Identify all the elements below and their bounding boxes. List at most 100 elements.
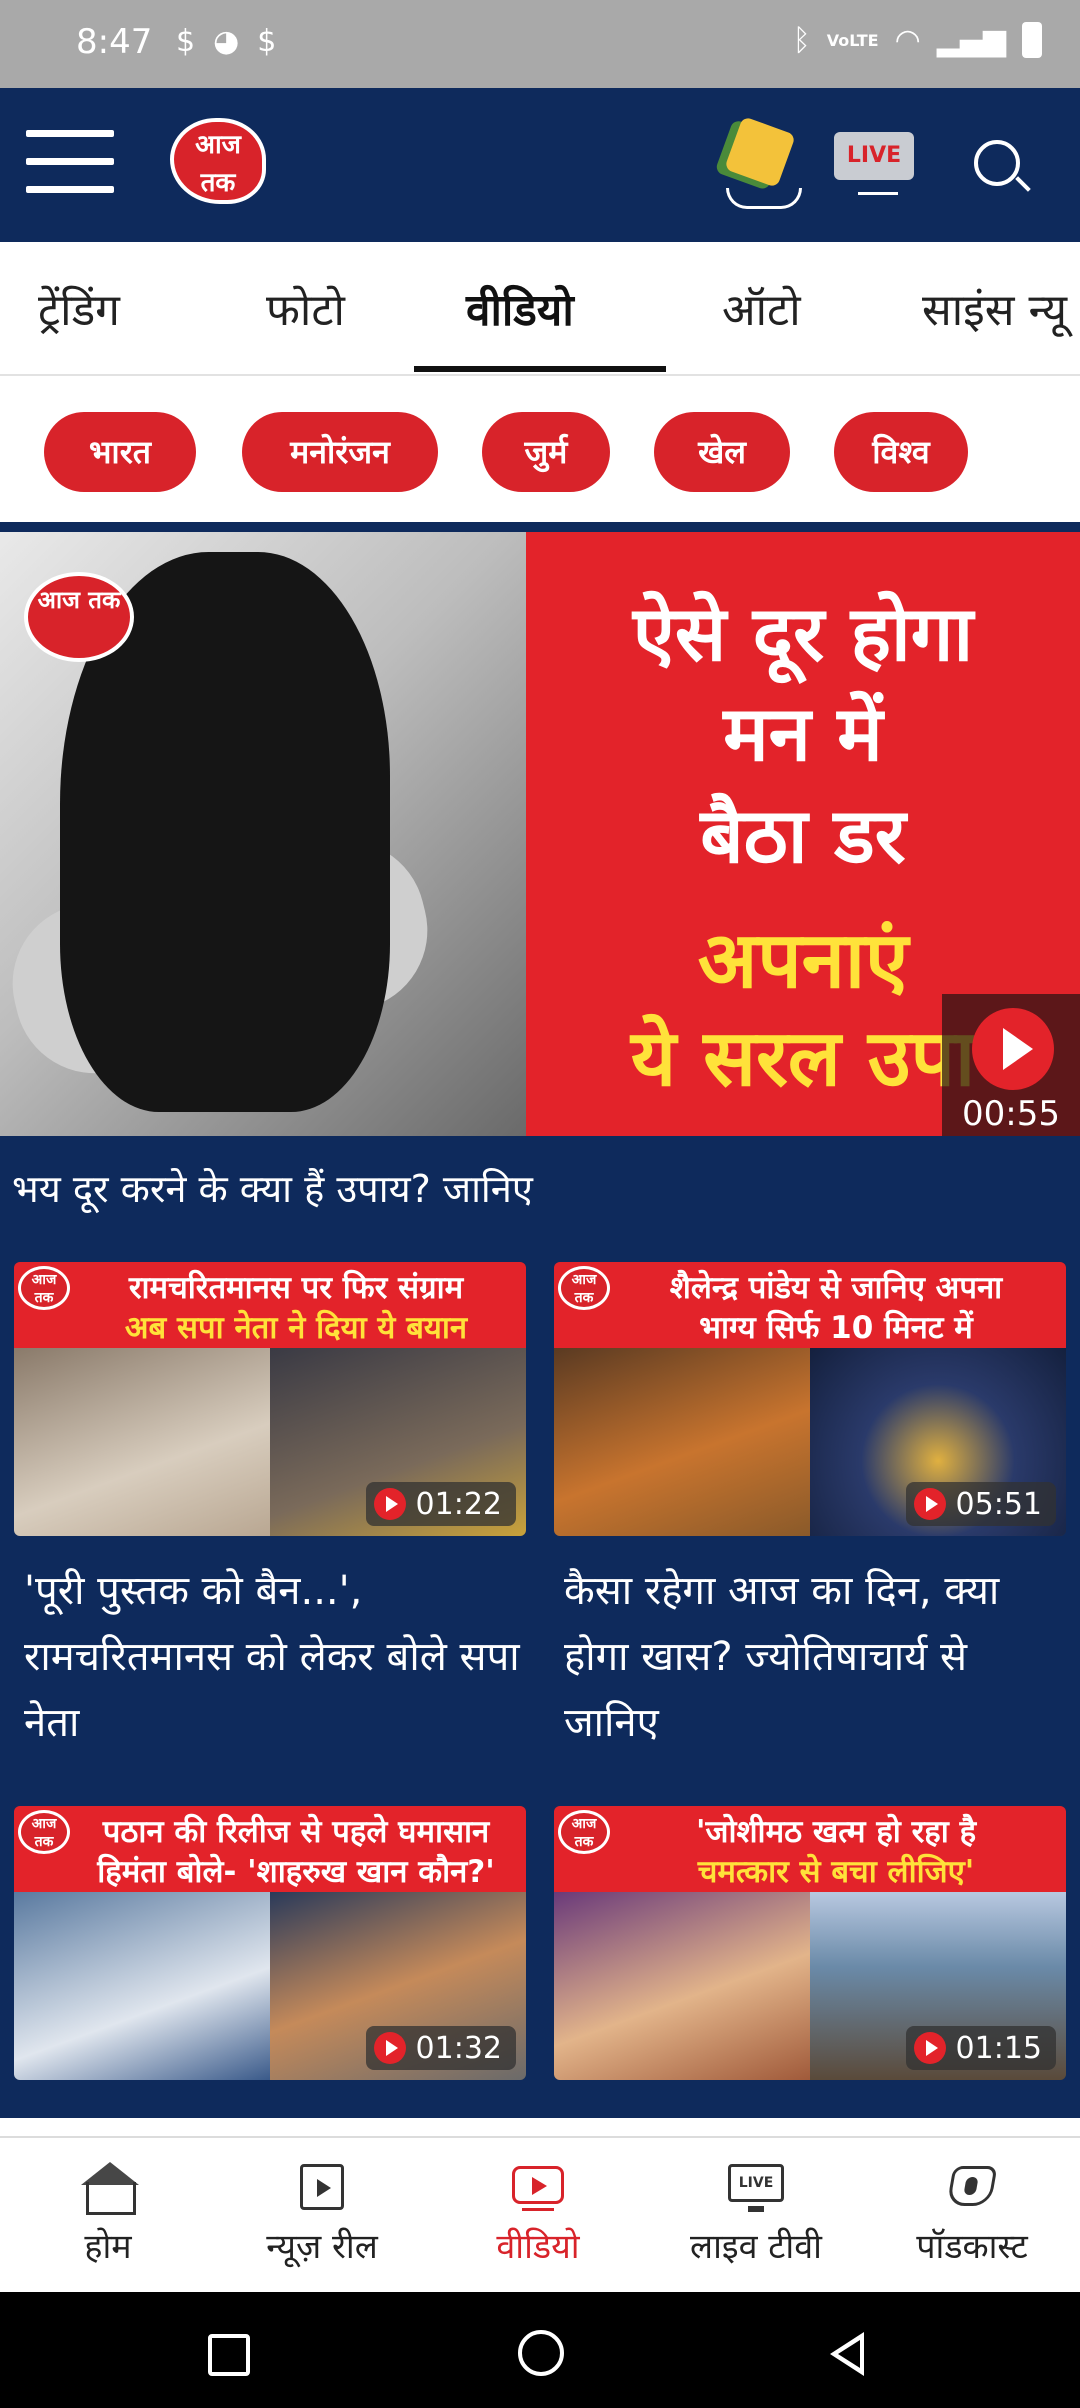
- tab-science-news[interactable]: साइंस न्यू: [922, 278, 1067, 338]
- video-title: कैसा रहेगा आज का दिन, क्या होगा खास? ज्य…: [564, 1568, 1000, 1746]
- live-tv-button[interactable]: LIVE: [834, 132, 914, 180]
- thumbnail-banner: आज तक पठान की रिलीज से पहले घमासान हिमंत…: [14, 1806, 526, 1892]
- duration-text: 01:15: [955, 2030, 1042, 2066]
- featured-video-title[interactable]: भय दूर करने के क्या हैं उपाय? जानिए: [12, 1162, 1072, 1214]
- live-underline: [858, 192, 898, 195]
- back-button-icon[interactable]: [830, 2332, 864, 2376]
- video-feed: आज तक ऐसे दूर होगा मन में बैठा डर अपनाएं…: [0, 522, 1080, 2118]
- nav-label: पॉडकास्ट: [916, 2227, 1028, 2267]
- banner-line-1: 'जोशीमठ खत्म हो रहा है: [695, 1814, 977, 1850]
- nav-video[interactable]: वीडियो: [430, 2160, 646, 2268]
- tab-video[interactable]: वीडियो: [466, 278, 574, 338]
- battery-icon: [1022, 22, 1042, 58]
- bottom-navigation: होम न्यूज़ रील वीडियो LIVE लाइव टीवी पॉड…: [0, 2136, 1080, 2294]
- chip-jurm[interactable]: जुर्म: [482, 412, 610, 492]
- video-thumbnail: आज तक 'जोशीमठ खत्म हो रहा है चमत्कार से …: [554, 1806, 1066, 2080]
- dice-base: [726, 188, 802, 209]
- status-right-icons: ᛒ VoLTE ◠ ▂▄▆: [793, 22, 1042, 58]
- duration-badge: 01:22: [365, 1482, 516, 1526]
- banner-line-2: चमत्कार से बचा लीजिए': [697, 1854, 975, 1890]
- video-thumbnail: आज तक पठान की रिलीज से पहले घमासान हिमंत…: [14, 1806, 526, 2080]
- featured-video[interactable]: आज तक ऐसे दूर होगा मन में बैठा डर अपनाएं…: [0, 532, 1080, 1136]
- menu-icon[interactable]: [26, 130, 114, 194]
- hero-line-3: बैठा डर: [700, 791, 906, 880]
- hero-logo-text: आज तक: [37, 586, 121, 614]
- active-tab-indicator: [414, 366, 666, 372]
- aajtak-logo[interactable]: आज तक: [170, 118, 266, 204]
- play-icon: [913, 2032, 946, 2064]
- chip-bharat[interactable]: भारत: [44, 412, 196, 492]
- logo-text: आज तक: [195, 130, 241, 198]
- video-thumbnail: आज तक रामचरितमानस पर फिर संग्राम अब सपा …: [14, 1262, 526, 1536]
- banner-line-2: भाग्य सिर्फ 10 मिनट में: [699, 1310, 973, 1346]
- search-icon[interactable]: [974, 140, 1020, 186]
- banner-line-2: अब सपा नेता ने दिया ये बयान: [124, 1310, 468, 1346]
- play-icon: [373, 2032, 406, 2064]
- app-icon: ◕: [213, 24, 240, 59]
- hero-play-overlay[interactable]: 00:55: [942, 994, 1080, 1136]
- bluetooth-icon: ᛒ: [792, 22, 811, 58]
- banner-logo: आज तक: [18, 1266, 70, 1310]
- sim-icon: $: [257, 24, 277, 59]
- banner-logo: आज तक: [558, 1266, 610, 1310]
- nav-podcast[interactable]: पॉडकास्ट: [864, 2160, 1080, 2268]
- tv-icon: LIVE: [728, 2160, 784, 2214]
- tv-icon-text: LIVE: [728, 2164, 784, 2202]
- banner-line-2: हिमंता बोले- 'शाहरुख खान कौन?': [97, 1854, 495, 1890]
- banner-logo: आज तक: [18, 1810, 70, 1854]
- app-header: आज तक LIVE: [0, 88, 1080, 242]
- chip-khel[interactable]: खेल: [654, 412, 790, 492]
- video-title: 'पूरी पुस्तक को बैन...', रामचरितमानस को …: [24, 1568, 520, 1746]
- duration-badge: 05:51: [905, 1482, 1056, 1526]
- nav-home[interactable]: होम: [0, 2160, 216, 2268]
- category-tabs: ट्रेंडिंग फोटो वीडियो ऑटो साइंस न्यू: [0, 242, 1080, 376]
- video-card[interactable]: आज तक शैलेन्द्र पांडेय से जानिए अपना भाग…: [554, 1262, 1066, 1756]
- chip-vishwa[interactable]: विश्व: [834, 412, 968, 492]
- video-card[interactable]: आज तक पठान की रिलीज से पहले घमासान हिमंत…: [14, 1806, 526, 2102]
- wifi-icon: ◠: [894, 22, 921, 58]
- banner-line-1: पठान की रिलीज से पहले घमासान: [102, 1814, 490, 1850]
- play-icon: [972, 1008, 1054, 1090]
- video-icon: [510, 2160, 566, 2214]
- tab-auto[interactable]: ऑटो: [722, 278, 801, 338]
- nav-label: लाइव टीवी: [690, 2227, 822, 2267]
- video-card[interactable]: आज तक रामचरितमानस पर फिर संग्राम अब सपा …: [14, 1262, 526, 1756]
- duration-text: 01:22: [415, 1486, 502, 1522]
- thumbnail-banner: आज तक 'जोशीमठ खत्म हो रहा है चमत्कार से …: [554, 1806, 1066, 1892]
- hero-logo: आज तक: [24, 572, 134, 662]
- thumbnail-banner: आज तक शैलेन्द्र पांडेय से जानिए अपना भाग…: [554, 1262, 1066, 1348]
- nav-label: वीडियो: [496, 2227, 580, 2267]
- duration-text: 05:51: [955, 1486, 1042, 1522]
- banner-line-1: रामचरितमानस पर फिर संग्राम: [128, 1270, 464, 1306]
- volte-icon: VoLTE: [826, 30, 879, 50]
- nav-label: न्यूज़ रील: [266, 2227, 378, 2267]
- nav-label: होम: [84, 2227, 132, 2267]
- nav-news-reel[interactable]: न्यूज़ रील: [214, 2160, 430, 2268]
- tab-photo[interactable]: फोटो: [266, 278, 345, 338]
- home-button-icon[interactable]: [518, 2330, 564, 2376]
- duration-badge: 01:15: [905, 2026, 1056, 2070]
- dice-game-icon[interactable]: [724, 116, 796, 188]
- nav-live-tv[interactable]: LIVE लाइव टीवी: [648, 2160, 864, 2268]
- status-bar: 8:47 $ ◕ $ ᛒ VoLTE ◠ ▂▄▆: [0, 0, 1080, 88]
- duration-text: 01:32: [415, 2030, 502, 2066]
- video-card[interactable]: आज तक 'जोशीमठ खत्म हो रहा है चमत्कार से …: [554, 1806, 1066, 2102]
- status-time: 8:47: [76, 22, 153, 62]
- hero-line-2: मन में: [723, 689, 883, 778]
- sim-icon: $: [176, 24, 196, 59]
- hero-duration: 00:55: [962, 1094, 1060, 1134]
- play-icon: [913, 1488, 946, 1520]
- recents-button-icon[interactable]: [208, 2334, 250, 2376]
- video-thumbnail: आज तक शैलेन्द्र पांडेय से जानिए अपना भाग…: [554, 1262, 1066, 1536]
- system-navigation-bar: [0, 2292, 1080, 2408]
- duration-badge: 01:32: [365, 2026, 516, 2070]
- signal-icon: ▂▄▆: [936, 22, 1006, 58]
- chip-manoranjan[interactable]: मनोरंजन: [242, 412, 438, 492]
- tab-trending[interactable]: ट्रेंडिंग: [38, 278, 120, 338]
- film-icon: [294, 2160, 350, 2214]
- thumb-photo: [554, 1892, 810, 2080]
- hero-line-1: ऐसे दूर होगा: [632, 589, 974, 678]
- banner-line-1: शैलेन्द्र पांडेय से जानिए अपना: [669, 1270, 1003, 1306]
- play-icon: [373, 1488, 406, 1520]
- status-left-icons: $ ◕ $: [176, 24, 276, 59]
